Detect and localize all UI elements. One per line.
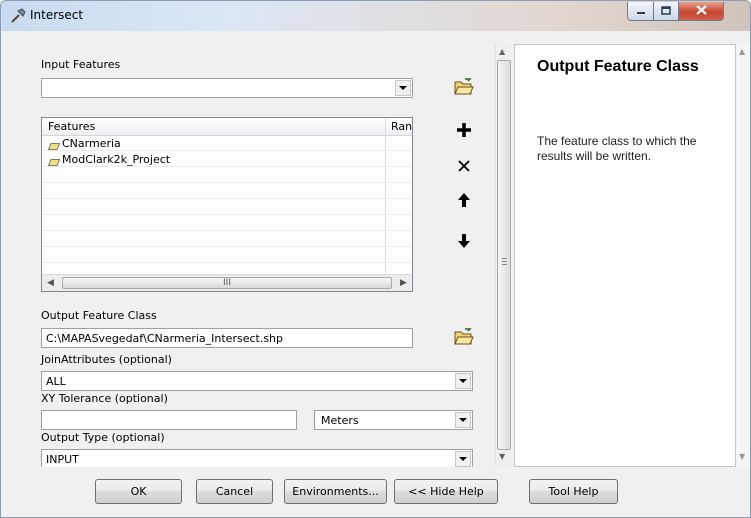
column-header-features[interactable]: Features (48, 120, 95, 133)
output-feature-class-field[interactable]: C:\MAPASvegedaf\CNarmeria_Intersect.shp (41, 328, 413, 348)
output-type-label: Output Type (optional) (41, 431, 165, 444)
feature-cell: ModClark2k_Project (47, 153, 171, 166)
polygon-layer-icon (47, 140, 61, 150)
table-row-empty[interactable] (42, 184, 412, 199)
help-pane: Output Feature Class The feature class t… (514, 44, 736, 467)
move-up-button[interactable] (452, 189, 476, 213)
x-icon (457, 159, 471, 176)
feature-name: CNarmeria (62, 137, 121, 150)
output-feature-class-label: Output Feature Class (41, 309, 157, 322)
open-folder-icon (454, 327, 474, 349)
xy-tolerance-unit-combo[interactable]: Meters (314, 410, 473, 430)
scroll-grip: III (223, 278, 231, 288)
table-row[interactable]: CNarmeria (42, 136, 412, 151)
xy-tolerance-field[interactable] (41, 410, 297, 430)
scroll-grip-icon (502, 258, 507, 266)
arrow-down-icon (457, 233, 471, 252)
table-row-empty[interactable] (42, 200, 412, 215)
table-row-empty[interactable] (42, 168, 412, 183)
move-down-button[interactable] (452, 230, 476, 254)
output-type-dropdown-arrow[interactable] (455, 451, 471, 467)
help-title: Output Feature Class (537, 58, 699, 75)
xy-tolerance-label: XY Tolerance (optional) (41, 392, 168, 405)
close-button[interactable] (678, 2, 724, 21)
add-feature-button[interactable] (452, 119, 476, 143)
scroll-up-arrow-icon[interactable]: ▲ (499, 47, 505, 56)
input-features-combo[interactable] (41, 78, 413, 98)
input-features-browse-button[interactable] (452, 76, 476, 100)
output-feature-class-value: C:\MAPASvegedaf\CNarmeria_Intersect.shp (46, 332, 284, 345)
ok-button[interactable]: OK (95, 479, 182, 504)
help-body: The feature class to which the results w… (537, 134, 697, 163)
feature-cell: CNarmeria (47, 137, 121, 150)
table-horizontal-scrollbar[interactable]: ◀ III ▶ (42, 274, 412, 291)
join-attributes-combo[interactable]: ALL (41, 371, 473, 391)
output-type-value: INPUT (46, 453, 79, 466)
arrow-up-icon (457, 192, 471, 211)
parameters-vertical-scrollbar[interactable]: ▲ ▼ (495, 44, 511, 466)
maximize-button[interactable] (653, 2, 679, 21)
column-header-ranks[interactable]: Ranks (391, 120, 412, 133)
table-header: Features Ranks (42, 118, 412, 136)
input-features-label: Input Features (41, 58, 121, 71)
minimize-button[interactable] (627, 2, 654, 21)
horizontal-scroll-thumb[interactable]: III (62, 277, 392, 289)
scroll-right-arrow-icon[interactable]: ▶ (400, 278, 407, 288)
join-attributes-label: JoinAttributes (optional) (41, 353, 172, 366)
maximize-icon (661, 5, 671, 18)
cancel-button[interactable]: Cancel (196, 479, 273, 504)
output-type-combo[interactable]: INPUT (41, 449, 473, 469)
minimize-icon (636, 5, 646, 18)
xy-tolerance-unit-dropdown-arrow[interactable] (455, 412, 471, 428)
scroll-down-arrow-icon[interactable]: ▼ (499, 452, 505, 461)
join-attributes-value: ALL (46, 375, 66, 388)
open-folder-icon (454, 77, 474, 99)
table-row-empty[interactable] (42, 232, 412, 247)
hide-help-button[interactable]: << Hide Help (394, 479, 498, 504)
environments-button[interactable]: Environments... (284, 479, 387, 504)
remove-feature-button[interactable] (452, 155, 476, 179)
xy-tolerance-unit-value: Meters (321, 414, 359, 427)
help-scroll-up-arrow-icon[interactable]: ▲ (739, 47, 745, 56)
help-scroll-down-arrow-icon[interactable]: ▼ (739, 452, 745, 461)
title-bar[interactable]: Intersect (1, 1, 750, 31)
table-row[interactable]: ModClark2k_Project (42, 152, 412, 167)
tool-hammer-icon (10, 8, 26, 24)
scroll-left-arrow-icon[interactable]: ◀ (47, 278, 54, 288)
table-row-empty[interactable] (42, 248, 412, 263)
intersect-dialog: Intersect Input Features Features Ran CN… (0, 0, 751, 518)
features-table[interactable]: Features Ranks CNarmeria ModClark2k_Pro (41, 117, 413, 292)
feature-name: ModClark2k_Project (62, 153, 171, 166)
input-features-dropdown-arrow[interactable] (395, 80, 411, 96)
polygon-layer-icon (47, 156, 61, 166)
output-feature-class-browse-button[interactable] (452, 326, 476, 350)
close-icon (695, 4, 707, 19)
plus-icon (456, 122, 472, 141)
tool-help-button[interactable]: Tool Help (529, 479, 618, 504)
window-title: Intersect (30, 8, 84, 22)
help-vertical-scrollbar[interactable]: ▲ ▼ (737, 44, 750, 467)
parameters-pane: Input Features Features Ranks (10, 44, 493, 474)
button-bar: OK Cancel Environments... << Hide Help T… (1, 467, 750, 517)
vertical-scroll-thumb[interactable] (497, 60, 511, 450)
table-row-empty[interactable] (42, 216, 412, 231)
join-attributes-dropdown-arrow[interactable] (455, 373, 471, 389)
